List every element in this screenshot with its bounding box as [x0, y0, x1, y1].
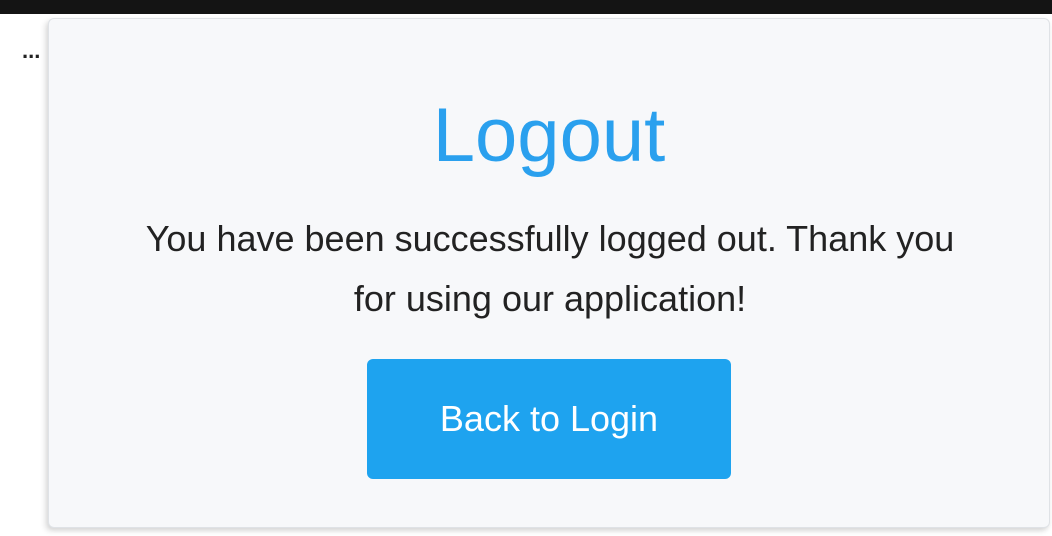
back-to-login-button[interactable]: Back to Login [367, 359, 731, 479]
logout-card: Logout You have been successfully logged… [48, 18, 1050, 528]
top-bar [0, 0, 1052, 14]
logout-message: You have been successfully logged out. T… [145, 218, 955, 319]
page-title: Logout [432, 93, 666, 178]
truncated-text: ... [22, 38, 41, 63]
